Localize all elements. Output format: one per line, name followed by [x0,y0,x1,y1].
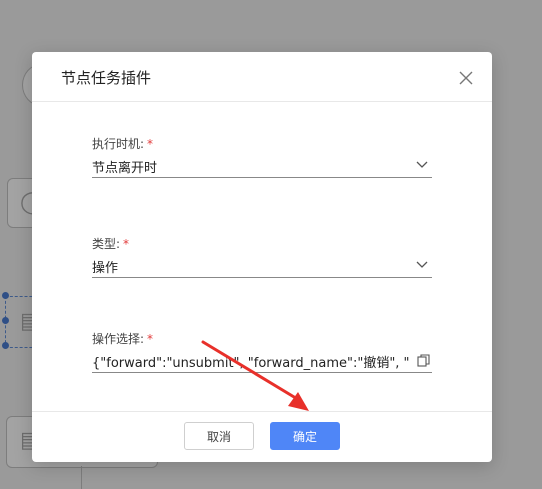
field-label: 类型: * [92,237,130,251]
plugin-dialog: 节点任务插件 执行时机: * 节点离开时 类型: * 操作 操作选择: * {"for… [32,52,492,462]
field-label: 操作选择: * [92,332,154,346]
execution-timing-field: 执行时机: * 节点离开时 [92,136,432,178]
cancel-button[interactable]: 取消 [184,422,254,450]
operation-value: {"forward":"unsubmit", "forward_name":"撤… [92,356,410,371]
field-label: 执行时机: * [92,137,154,151]
type-field: 类型: * 操作 [92,236,432,278]
selection-handle [2,342,9,349]
required-mark: * [123,237,130,251]
connector-line [81,466,82,489]
dialog-header: 节点任务插件 [32,52,492,102]
close-icon [459,71,473,85]
required-mark: * [147,137,154,151]
execution-timing-select[interactable]: 节点离开时 [92,155,432,178]
required-mark: * [147,332,154,346]
operation-input[interactable]: {"forward":"unsubmit", "forward_name":"撤… [92,350,432,373]
selection-handle [2,317,9,324]
dialog-footer: 取消 确定 [32,411,492,463]
chevron-down-icon [416,161,428,168]
operation-select-field: 操作选择: * {"forward":"unsubmit", "forward_n… [92,331,432,373]
dialog-title: 节点任务插件 [61,69,152,87]
chevron-down-icon [416,261,428,268]
close-button[interactable] [456,68,476,88]
select-value: 操作 [92,261,119,276]
type-select[interactable]: 操作 [92,255,432,278]
copy-icon[interactable] [417,354,430,367]
confirm-button[interactable]: 确定 [270,422,340,450]
select-value: 节点离开时 [92,161,158,176]
selection-handle [2,292,9,299]
